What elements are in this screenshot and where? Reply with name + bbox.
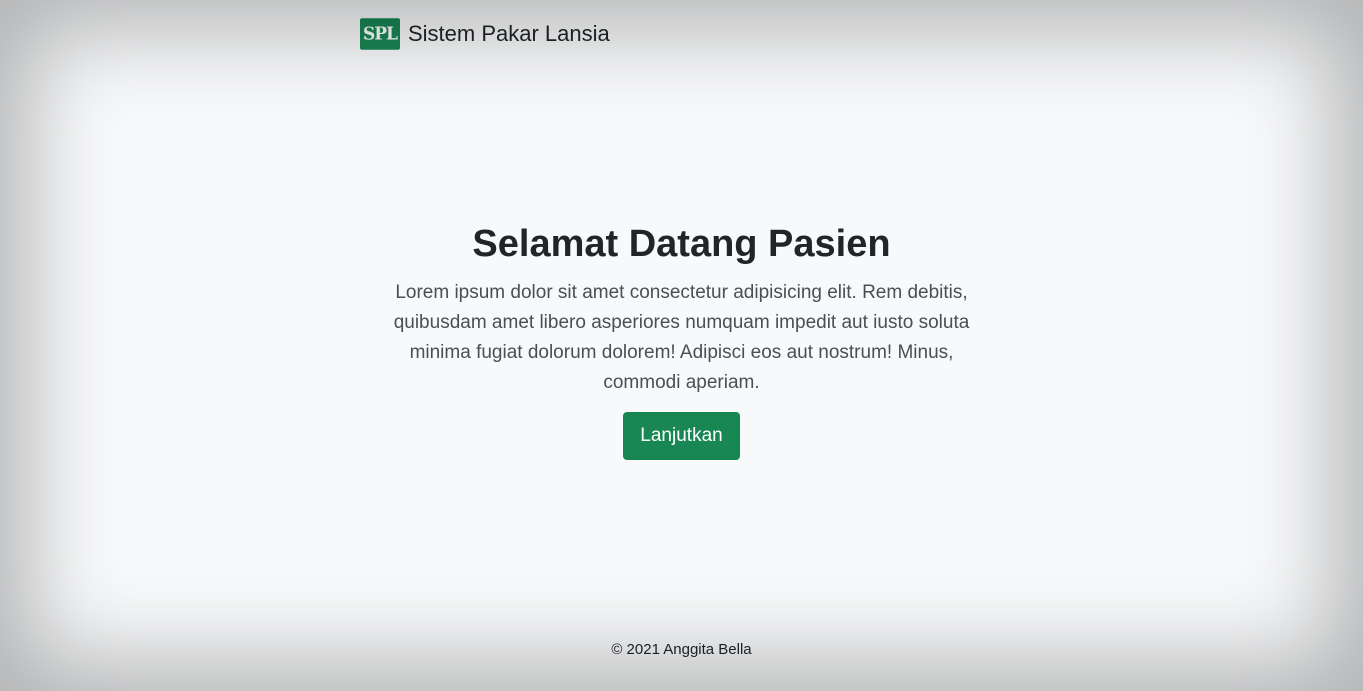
brand-logo[interactable]: SPL	[360, 18, 400, 50]
brand-logo-text: SPL	[362, 23, 398, 45]
continue-button[interactable]: Lanjutkan	[623, 412, 740, 460]
hero-description: Lorem ipsum dolor sit amet consectetur a…	[393, 282, 970, 393]
navbar: SPL Sistem Pakar Lansia	[360, 18, 610, 50]
footer-copyright: © 2021 Anggita Bella	[611, 641, 752, 658]
footer: © 2021 Anggita Bella	[0, 641, 1363, 658]
page-title: Selamat Datang Pasien	[472, 223, 891, 265]
hero-section: Selamat Datang Pasien Lorem ipsum dolor …	[0, 220, 1363, 460]
brand-name[interactable]: Sistem Pakar Lansia	[408, 21, 610, 47]
